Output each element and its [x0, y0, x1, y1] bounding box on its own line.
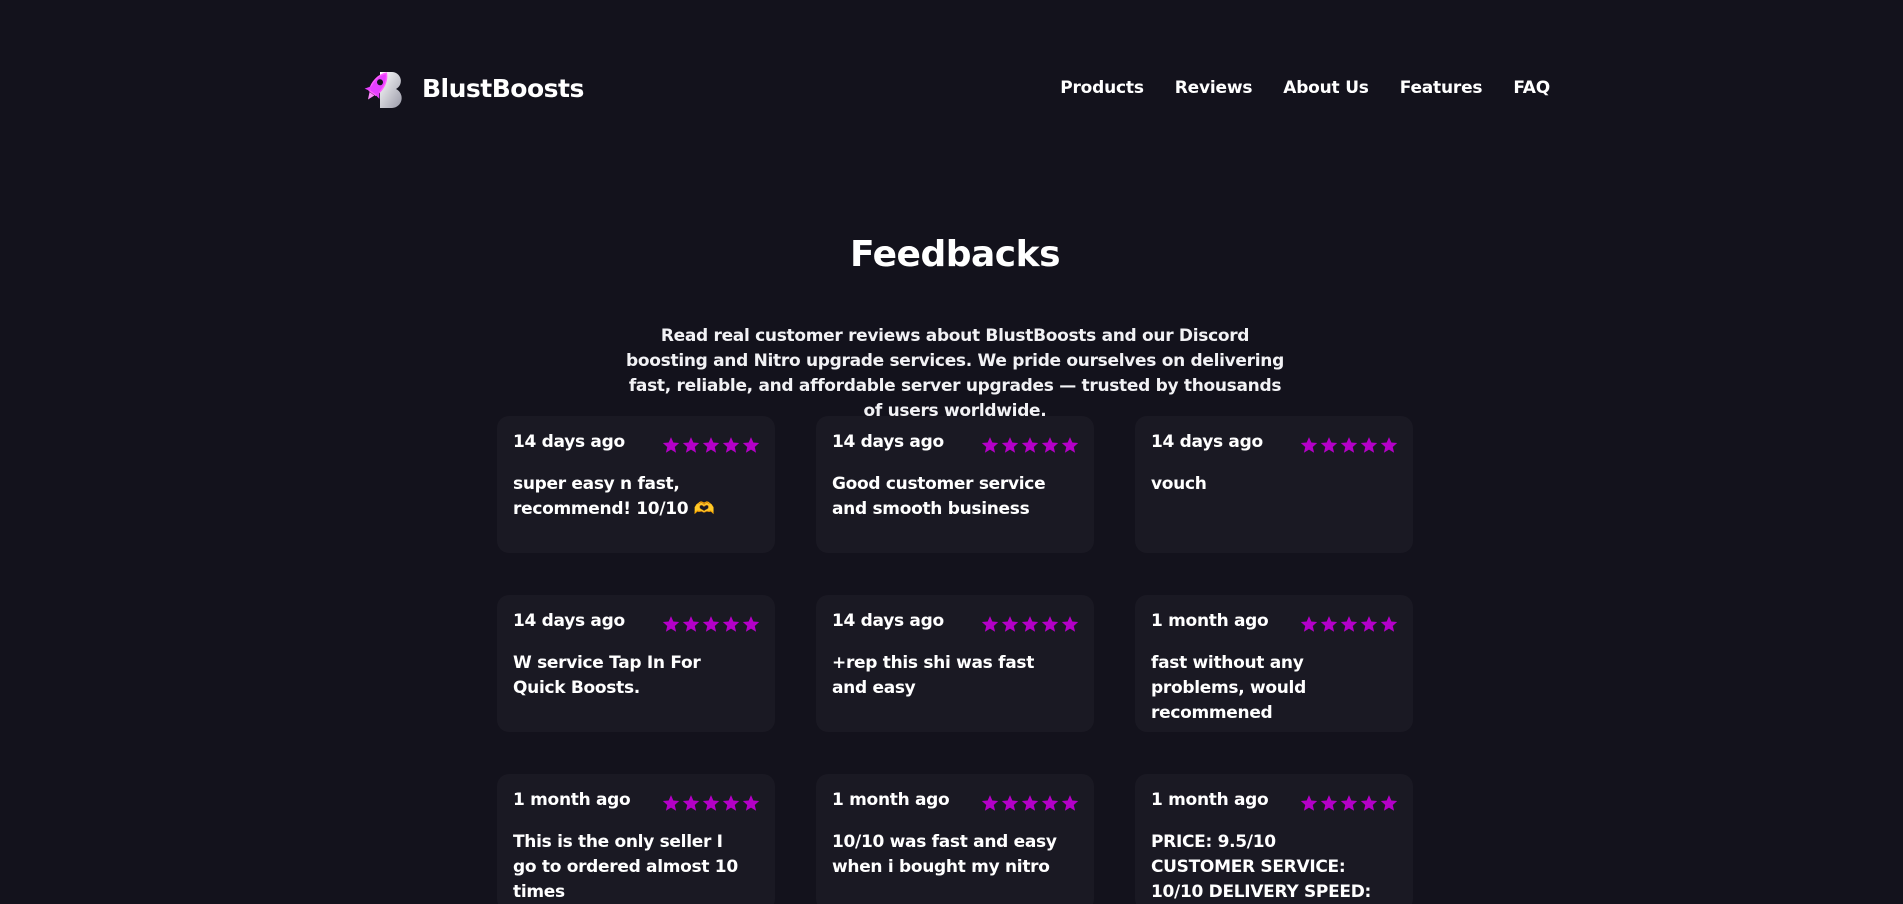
star-icon: [1001, 616, 1019, 632]
star-icon: [682, 437, 700, 453]
rocket-logo-icon: [364, 72, 402, 108]
review-date: 1 month ago: [1151, 790, 1269, 810]
review-card: 1 month ago PRICE: 9.5/10 CUSTOMER SERVI…: [1135, 774, 1413, 904]
review-rating: [981, 615, 1079, 633]
review-date: 14 days ago: [832, 611, 944, 631]
review-card: 1 month ago 10/10 was fast and easy when…: [816, 774, 1094, 904]
review-date: 1 month ago: [1151, 611, 1269, 631]
nav-link-about-us[interactable]: About Us: [1283, 78, 1369, 98]
star-icon: [1001, 437, 1019, 453]
review-rating: [1300, 436, 1398, 454]
review-card: 14 days ago vouch: [1135, 416, 1413, 553]
star-icon: [1300, 616, 1318, 632]
star-icon: [1320, 437, 1338, 453]
review-date: 14 days ago: [513, 432, 625, 452]
page-subtitle: Read real customer reviews about BlustBo…: [626, 326, 1284, 421]
review-card: 14 days ago W service Tap In For Quick B…: [497, 595, 775, 732]
star-icon: [1320, 616, 1338, 632]
brand-logo[interactable]: BlustBoosts: [360, 66, 584, 110]
star-icon: [682, 795, 700, 811]
review-card: 14 days ago super easy n fast, recommend…: [497, 416, 775, 553]
page: BlustBoosts Products Reviews About Us Fe…: [0, 0, 1903, 904]
review-date: 14 days ago: [1151, 432, 1263, 452]
review-text: W service Tap In For Quick Boosts.: [513, 653, 701, 698]
star-icon: [1380, 795, 1398, 811]
review-rating: [981, 794, 1079, 812]
star-icon: [1380, 437, 1398, 453]
brand-name: BlustBoosts: [422, 73, 584, 103]
page-title: Feedbacks: [849, 234, 1061, 275]
review-rating: [981, 436, 1079, 454]
star-icon: [1021, 437, 1039, 453]
star-icon: [1380, 616, 1398, 632]
nav-link-reviews[interactable]: Reviews: [1175, 78, 1253, 98]
nav-link-faq[interactable]: FAQ: [1513, 78, 1550, 98]
review-text: PRICE: 9.5/10 CUSTOMER SERVICE: 10/10 DE…: [1151, 832, 1372, 902]
review-date: 14 days ago: [832, 432, 944, 452]
review-card: 14 days ago +rep this shi was fast and e…: [816, 595, 1094, 732]
review-rating: [1300, 615, 1398, 633]
review-text: +rep this shi was fast and easy: [832, 653, 1035, 698]
review-date: 1 month ago: [513, 790, 631, 810]
star-icon: [742, 616, 760, 632]
review-rating: [662, 436, 760, 454]
star-icon: [702, 795, 720, 811]
review-rating: [1300, 794, 1398, 812]
review-card: 14 days ago Good customer service and sm…: [816, 416, 1094, 553]
nav-link-products[interactable]: Products: [1060, 78, 1144, 98]
star-icon: [1360, 795, 1378, 811]
star-icon: [1320, 795, 1338, 811]
review-card: 1 month ago fast without any problems, w…: [1135, 595, 1413, 732]
star-icon: [1061, 795, 1079, 811]
star-icon: [1340, 795, 1358, 811]
star-icon: [682, 616, 700, 632]
review-date: 14 days ago: [513, 611, 625, 631]
review-text: 10/10 was fast and easy when i bought my…: [832, 832, 1057, 877]
review-text: This is the only seller I go to ordered …: [513, 832, 738, 902]
nav-link-features[interactable]: Features: [1400, 78, 1483, 98]
review-rating: [662, 615, 760, 633]
star-icon: [1300, 437, 1318, 453]
star-icon: [1041, 795, 1059, 811]
star-icon: [1360, 437, 1378, 453]
star-icon: [1360, 616, 1378, 632]
star-icon: [981, 795, 999, 811]
site-header: BlustBoosts Products Reviews About Us Fe…: [360, 60, 1550, 110]
star-icon: [742, 437, 760, 453]
star-icon: [1041, 616, 1059, 632]
review-text: vouch: [1151, 474, 1207, 494]
star-icon: [662, 795, 680, 811]
review-text: super easy n fast, recommend! 10/10 🫶: [513, 474, 715, 519]
reviews-grid: 14 days ago super easy n fast, recommend…: [497, 416, 1413, 904]
star-icon: [1300, 795, 1318, 811]
star-icon: [981, 437, 999, 453]
star-icon: [722, 437, 740, 453]
review-text: Good customer service and smooth busines…: [832, 474, 1046, 519]
review-date: 1 month ago: [832, 790, 950, 810]
star-icon: [1340, 616, 1358, 632]
review-rating: [662, 794, 760, 812]
star-icon: [662, 437, 680, 453]
star-icon: [722, 795, 740, 811]
star-icon: [722, 616, 740, 632]
star-icon: [1340, 437, 1358, 453]
star-icon: [981, 616, 999, 632]
review-card: 1 month ago This is the only seller I go…: [497, 774, 775, 904]
star-icon: [1001, 795, 1019, 811]
star-icon: [662, 616, 680, 632]
star-icon: [702, 616, 720, 632]
star-icon: [1021, 616, 1039, 632]
star-icon: [1061, 437, 1079, 453]
star-icon: [742, 795, 760, 811]
star-icon: [1041, 437, 1059, 453]
star-icon: [702, 437, 720, 453]
review-text: fast without any problems, would recomme…: [1151, 653, 1306, 723]
star-icon: [1061, 616, 1079, 632]
main-nav: Products Reviews About Us Features FAQ: [1060, 78, 1550, 98]
star-icon: [1021, 795, 1039, 811]
